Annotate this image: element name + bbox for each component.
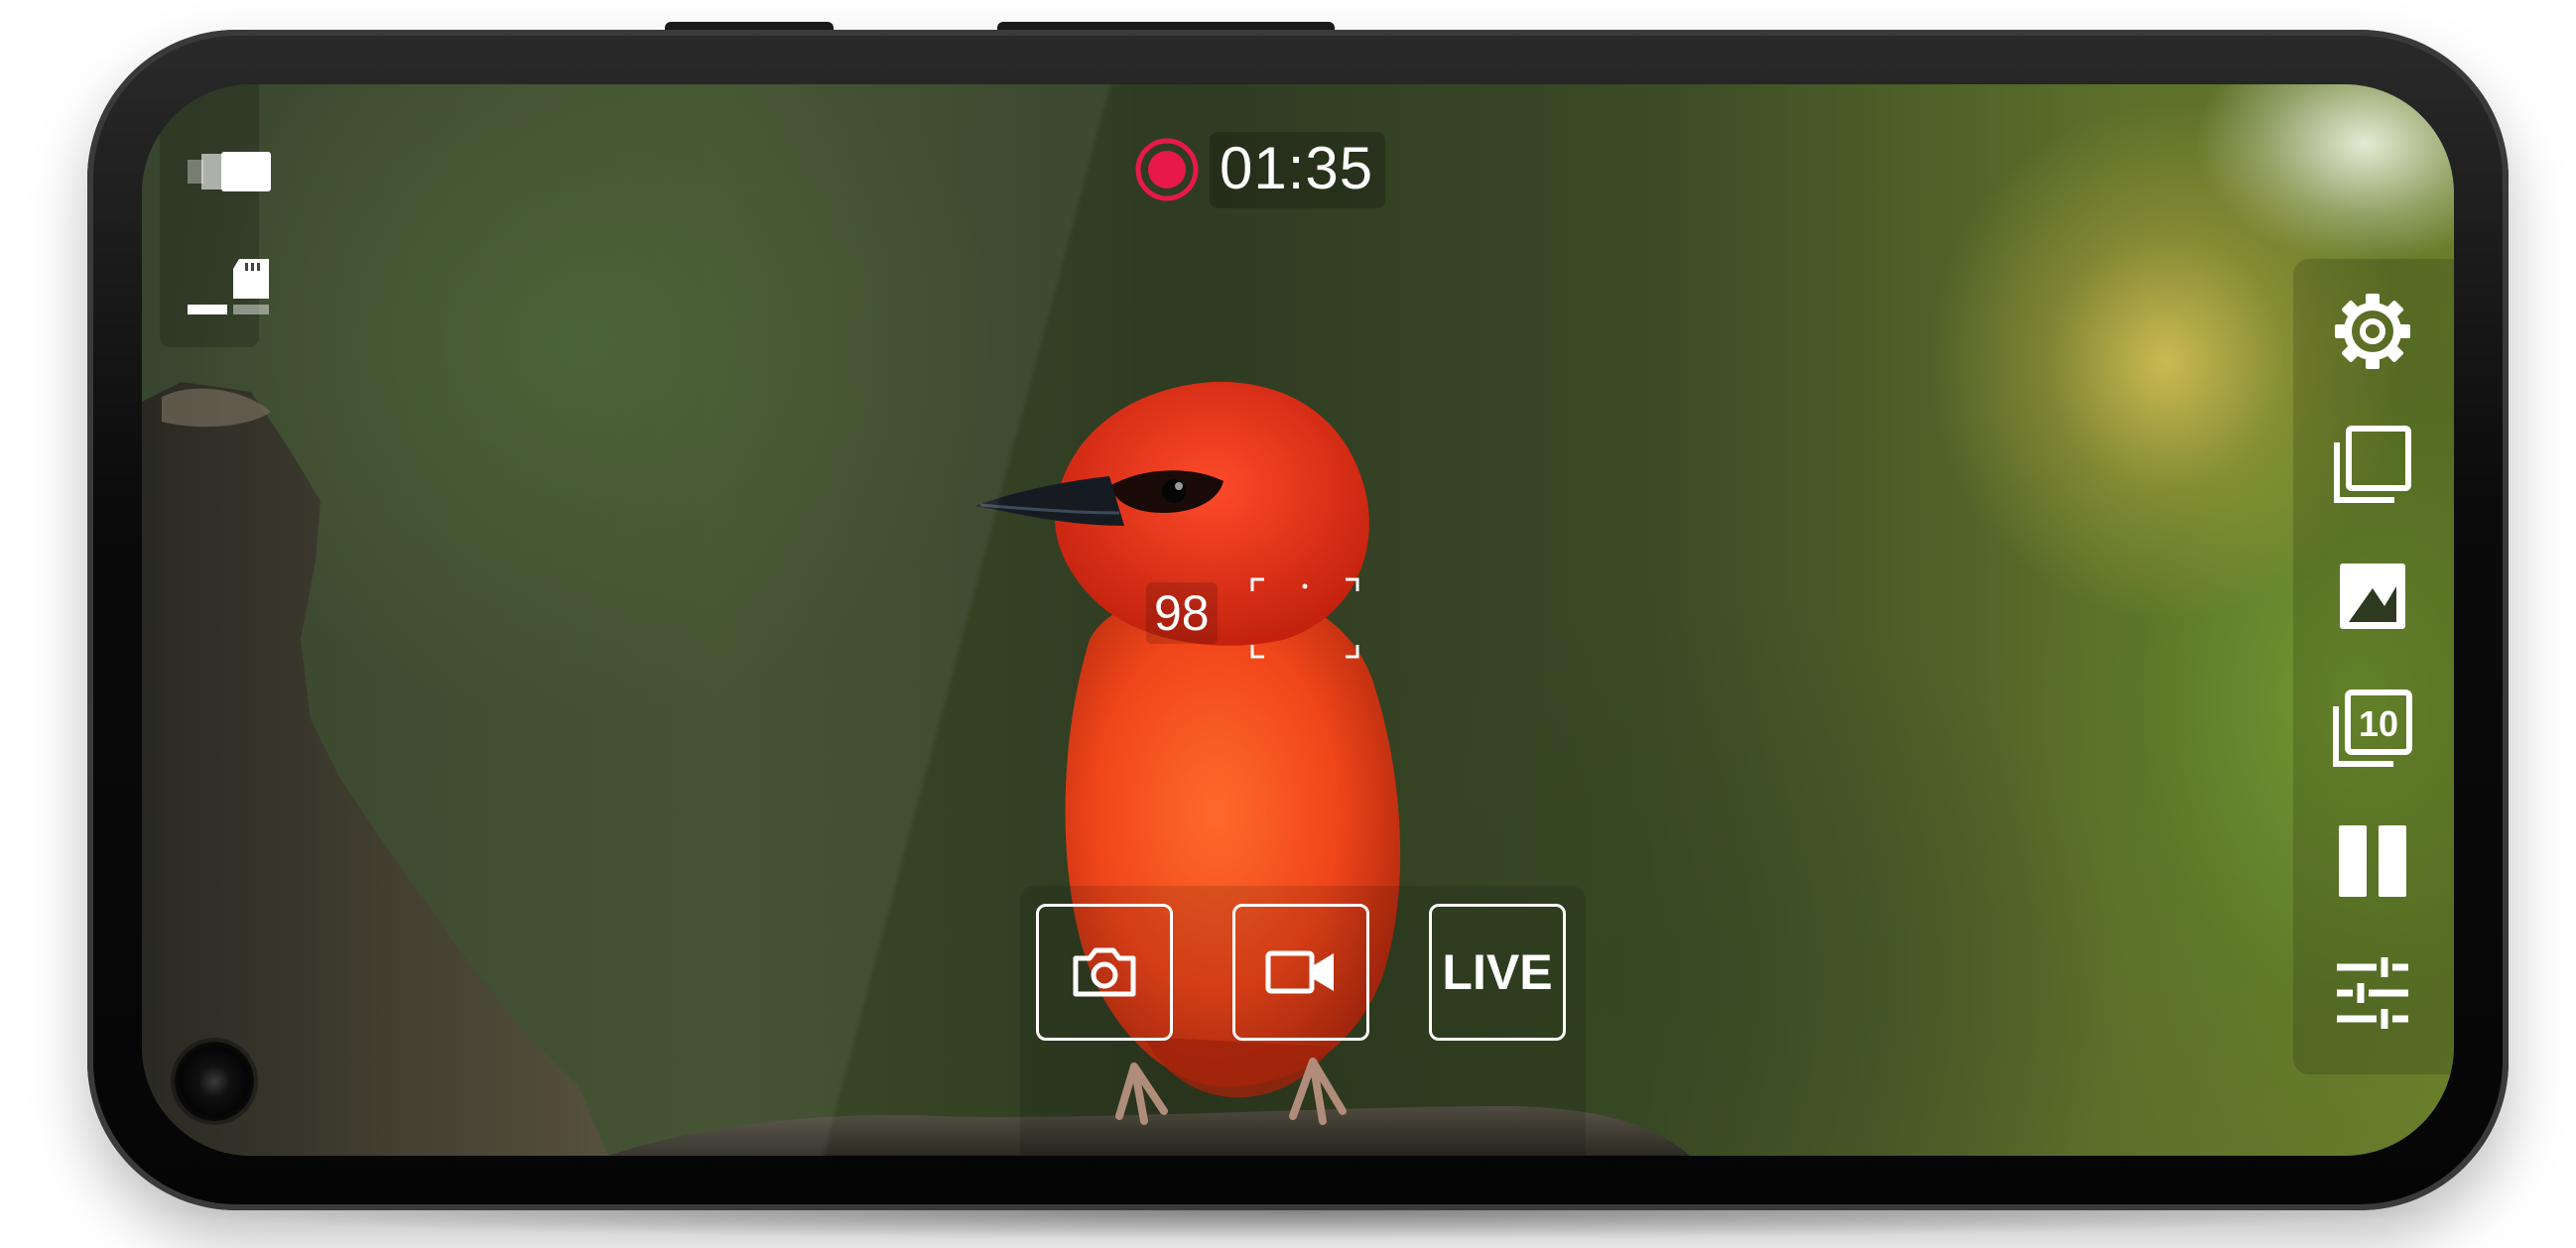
adjustments-button[interactable] <box>2325 945 2420 1041</box>
burst-10-icon: 10 <box>2333 689 2412 767</box>
focus-frame-icon[interactable] <box>1250 577 1359 659</box>
overlay-button[interactable] <box>2325 417 2420 512</box>
live-mode-label: LIVE <box>1442 944 1553 1000</box>
recording-timer: 01:35 <box>1210 131 1386 208</box>
recording-indicator: 01:35 <box>1134 131 1386 208</box>
exposure-icon <box>2340 563 2405 629</box>
burst-button[interactable]: 10 <box>2325 680 2420 775</box>
exposure-button[interactable] <box>2325 549 2420 644</box>
gear-icon <box>2335 294 2410 369</box>
camera-viewfinder[interactable]: 01:35 98 LIVE 10 <box>142 84 2454 1156</box>
sliders-icon <box>2337 957 2408 1029</box>
settings-button[interactable] <box>2325 284 2420 379</box>
front-camera-punch-hole <box>175 1042 254 1121</box>
sd-card-storage-icon <box>188 259 269 314</box>
live-mode-button[interactable]: LIVE <box>1429 904 1566 1041</box>
video-camera-icon <box>1265 950 1334 994</box>
device-mockup: 01:35 98 LIVE 10 <box>0 0 2576 1248</box>
svg-text:10: 10 <box>2359 703 2398 744</box>
pause-icon <box>2339 825 2406 897</box>
photo-mode-button[interactable] <box>1036 904 1173 1041</box>
focus-value: 98 <box>1146 582 1218 644</box>
status-panel <box>160 84 271 347</box>
overlay-layers-icon <box>2334 426 2411 503</box>
video-mode-button[interactable] <box>1232 904 1369 1041</box>
record-icon <box>1135 138 1199 201</box>
camera-icon <box>1073 947 1136 997</box>
battery-icon <box>188 152 271 191</box>
pause-button[interactable] <box>2325 813 2420 909</box>
